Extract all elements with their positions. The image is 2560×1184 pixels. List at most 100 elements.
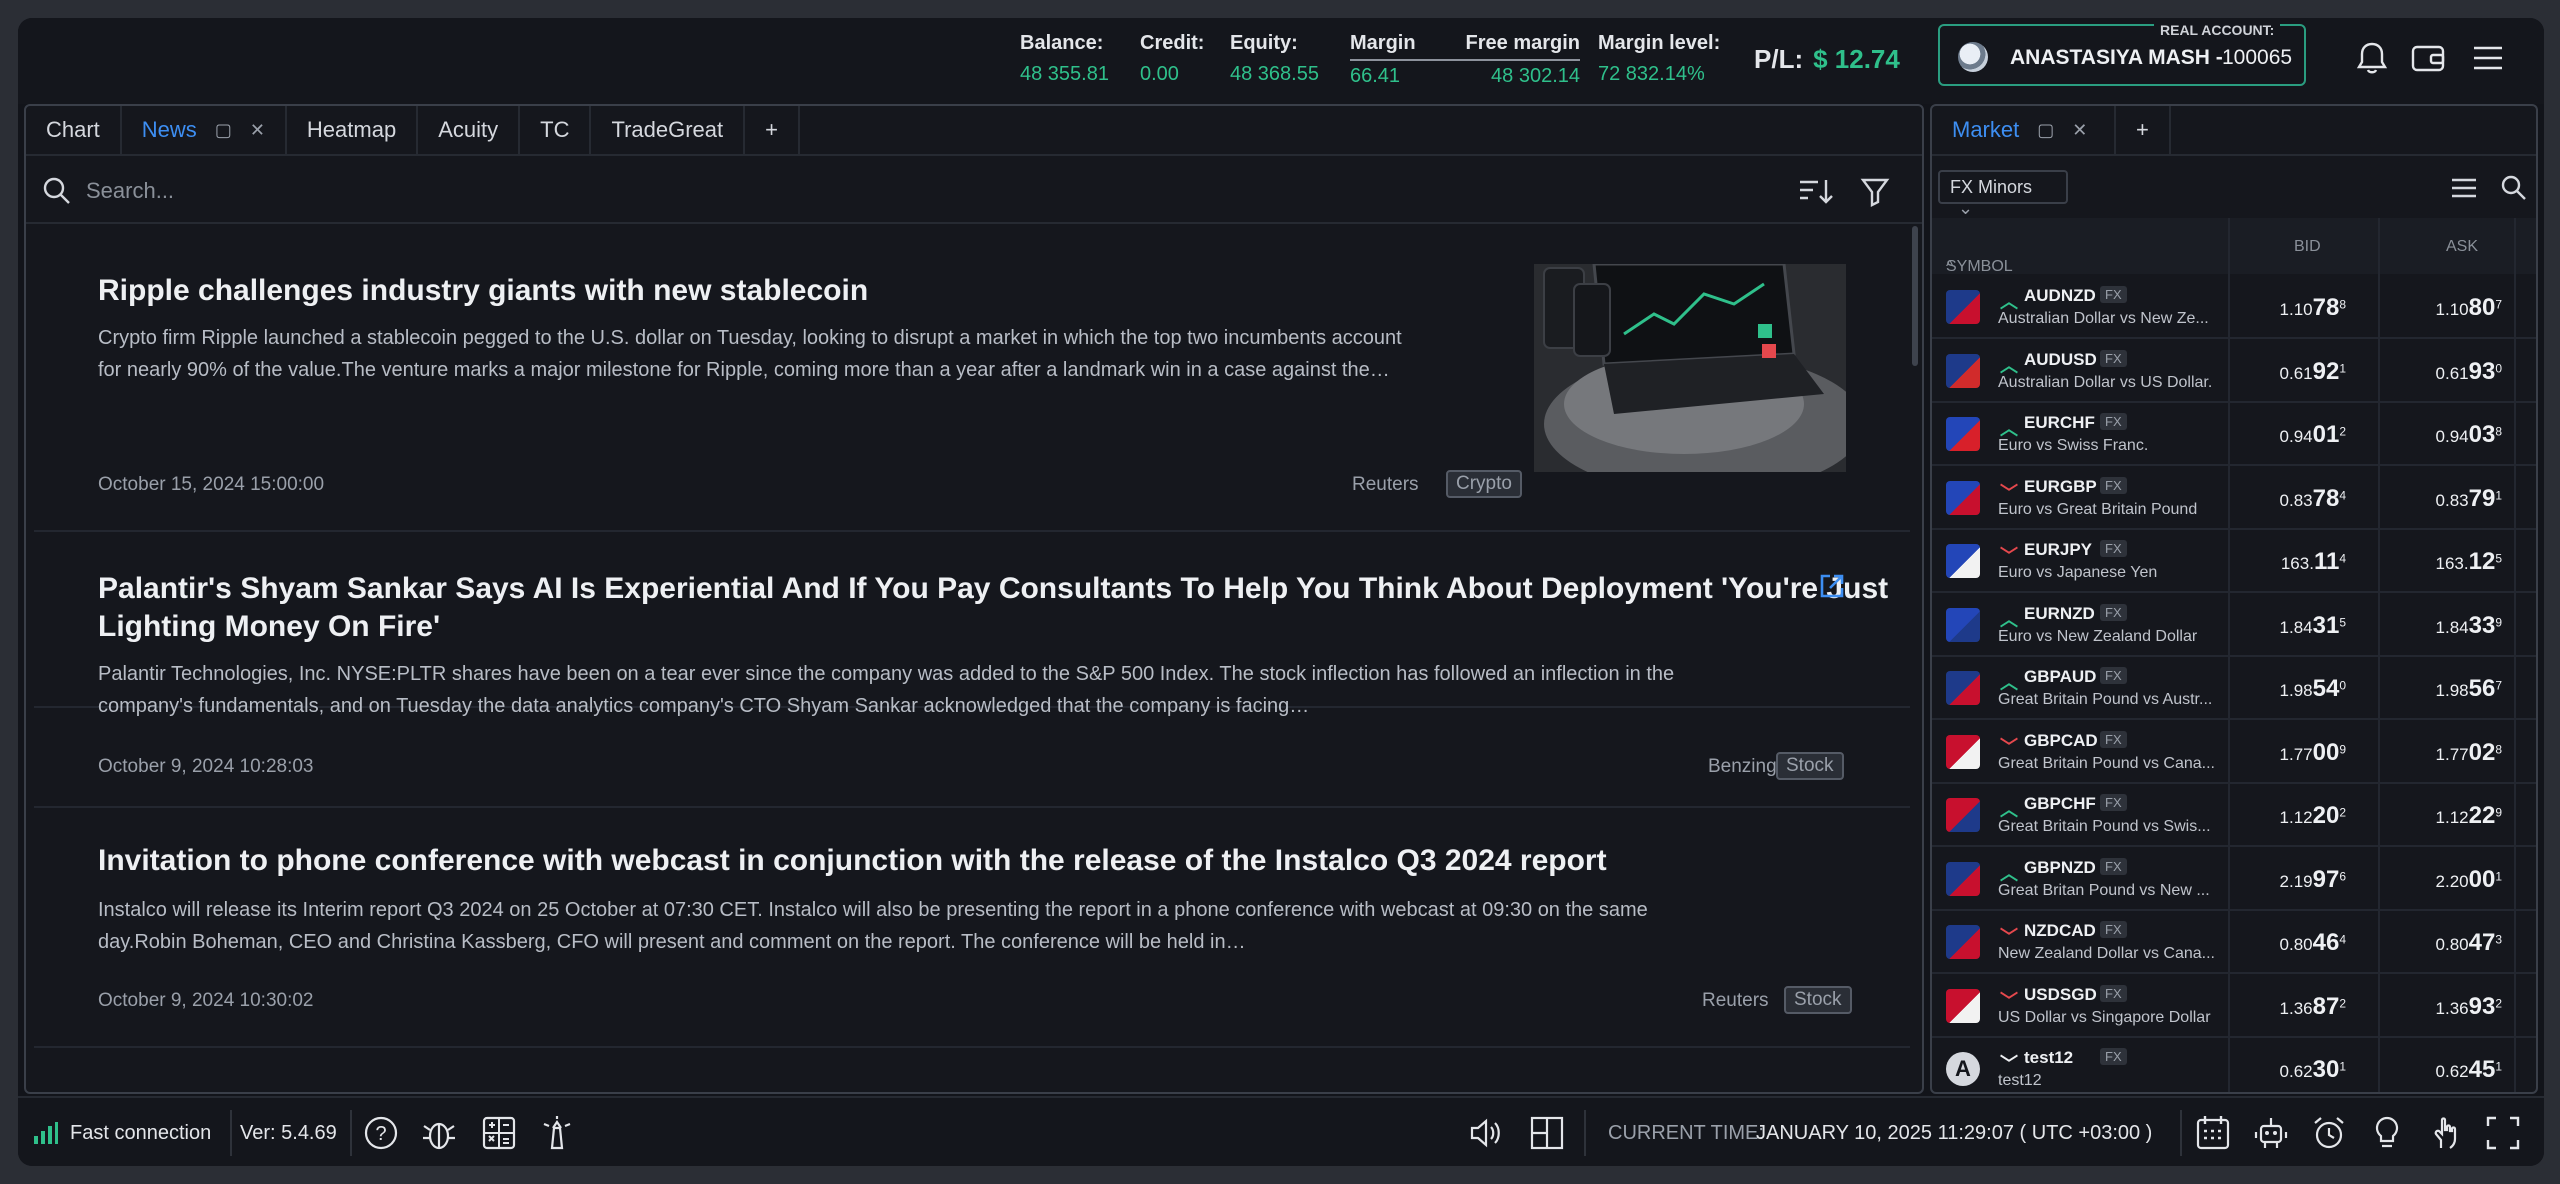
alarm-clock-icon[interactable]	[2310, 1114, 2348, 1152]
calculator-icon[interactable]	[480, 1114, 518, 1152]
market-row-audusd[interactable]: ︿ AUDUSD FX Australian Dollar vs US Dollar.…	[1932, 340, 2536, 403]
market-row-gbpnzd[interactable]: ︿ GBPNZD FX Great Britan Pound vs New ... 2.…	[1932, 848, 2536, 911]
calendar-icon[interactable]	[2194, 1114, 2232, 1152]
tab-market[interactable]: Market ▢ ✕	[1932, 106, 2116, 154]
news-title[interactable]: Ripple challenges industry giants with n…	[98, 272, 868, 310]
bid-price[interactable]: 163.114	[2281, 548, 2346, 576]
ask-price[interactable]: 2.20001	[2436, 866, 2502, 894]
bid-price[interactable]: 0.94012	[2280, 421, 2346, 449]
ask-price[interactable]: 0.80473	[2436, 929, 2502, 957]
ask-price[interactable]: 1.98567	[2436, 675, 2502, 703]
sort-icon[interactable]	[1798, 176, 1834, 208]
bid-price[interactable]: 1.77009	[2280, 739, 2346, 767]
bid-price[interactable]: 0.61921	[2280, 358, 2346, 386]
market-row-audnzd[interactable]: ︿ AUDNZD FX Australian Dollar vs New Ze... 1…	[1932, 276, 2536, 339]
filter-icon[interactable]	[1860, 176, 1890, 208]
lighthouse-icon[interactable]	[538, 1114, 576, 1152]
news-title[interactable]: Palantir's Shyam Sankar Says AI Is Exper…	[98, 570, 1888, 608]
news-item[interactable]: Palantir's Shyam Sankar Says AI Is Exper…	[34, 532, 1910, 717]
market-row-test12[interactable]: A ﹀ test12 FX test12 0.62301 0.62451	[1932, 1038, 2536, 1092]
news-category-tag[interactable]: Crypto	[1446, 470, 1522, 498]
market-row-usdsgd[interactable]: ﹀ USDSGD FX US Dollar vs Singapore Dollar 1.…	[1932, 975, 2536, 1038]
bid-price[interactable]: 0.80464	[2280, 929, 2346, 957]
instrument-symbol: EURNZD	[2024, 603, 2095, 623]
market-row-eurnzd[interactable]: ︿ EURNZD FX Euro vs New Zealand Dollar 1.843…	[1932, 594, 2536, 657]
ask-price[interactable]: 163.125	[2436, 548, 2502, 576]
fullscreen-icon[interactable]	[2484, 1114, 2522, 1152]
news-title[interactable]: Invitation to phone conference with webc…	[98, 842, 1607, 880]
news-item[interactable]: Ripple challenges industry giants with n…	[34, 236, 1910, 532]
bell-icon[interactable]	[2352, 38, 2392, 78]
market-row-eurjpy[interactable]: ﹀ EURJPY FX Euro vs Japanese Yen 163.114 163.…	[1932, 530, 2536, 593]
news-scrollbar[interactable]	[1912, 226, 1918, 366]
account-number: 100065	[2222, 46, 2293, 69]
bid-price[interactable]: 2.19976	[2280, 866, 2346, 894]
help-icon[interactable]: ?	[362, 1114, 400, 1152]
tab-heatmap[interactable]: Heatmap	[287, 106, 419, 154]
free-margin-value: 48 302.14	[1491, 65, 1580, 87]
add-tab-button[interactable]: +	[2116, 106, 2171, 154]
news-category-tag[interactable]: Stock	[1776, 752, 1844, 780]
detach-icon[interactable]: ▢	[2037, 120, 2054, 141]
bid-column-header[interactable]: BID	[2294, 238, 2321, 256]
bid-price[interactable]: 0.62301	[2280, 1056, 2346, 1084]
close-icon[interactable]: ✕	[2072, 120, 2087, 141]
sort-asc-icon: ^	[1946, 258, 1954, 275]
instrument-description: Euro vs Japanese Yen	[1998, 564, 2158, 581]
news-item[interactable]: Invitation to phone conference with webc…	[34, 808, 1910, 1014]
ask-price[interactable]: 1.12229	[2436, 802, 2502, 830]
instrument-symbol: GBPCHF	[2024, 794, 2096, 813]
add-tab-button[interactable]: +	[745, 106, 800, 154]
news-thumbnail-image[interactable]	[1534, 264, 1846, 472]
ask-price[interactable]: 1.36932	[2436, 993, 2502, 1021]
ask-price[interactable]: 0.83791	[2436, 485, 2502, 513]
bid-price[interactable]: 1.36872	[2280, 993, 2346, 1021]
tab-news[interactable]: News ▢ ✕	[122, 106, 287, 154]
sound-icon[interactable]	[1466, 1114, 1504, 1152]
ask-price[interactable]: 0.61930	[2436, 358, 2502, 386]
market-row-gbpcad[interactable]: ﹀ GBPCAD FX Great Britain Pound vs Cana... 1…	[1932, 721, 2536, 784]
market-row-eurgbp[interactable]: ﹀ EURGBP FX Euro vs Great Britain Pound 0.83…	[1932, 467, 2536, 530]
news-body-line: Palantir Technologies, Inc. NYSE:PLTR sh…	[98, 663, 1675, 685]
account-selector[interactable]: REAL ACCOUNT: ANASTASIYA MASH - 100065	[1938, 22, 2306, 86]
detach-icon[interactable]: ▢	[215, 120, 232, 141]
external-link-icon[interactable]	[1818, 572, 1846, 600]
tab-chart[interactable]: Chart	[26, 106, 122, 154]
robot-icon[interactable]	[2252, 1114, 2290, 1152]
bid-price[interactable]: 1.12202	[2280, 802, 2346, 830]
ask-price[interactable]: 0.94038	[2436, 421, 2502, 449]
list-view-icon[interactable]	[2450, 174, 2478, 202]
tab-tradegreat[interactable]: TradeGreat	[591, 106, 746, 154]
instrument-description: US Dollar vs Singapore Dollar	[1998, 1008, 2211, 1026]
menu-icon[interactable]	[2468, 38, 2508, 78]
ask-column-header[interactable]: ASK	[2446, 238, 2478, 256]
ask-price[interactable]: 0.62451	[2436, 1056, 2502, 1084]
instrument-symbol: EURJPY	[2024, 540, 2093, 559]
ask-price[interactable]: 1.77028	[2436, 739, 2502, 767]
bid-price[interactable]: 0.83784	[2280, 485, 2346, 513]
search-icon[interactable]	[2500, 174, 2528, 202]
news-category-tag[interactable]: Stock	[1784, 986, 1852, 1014]
layout-icon[interactable]	[1528, 1114, 1566, 1152]
bug-report-icon[interactable]	[420, 1114, 458, 1152]
close-icon[interactable]: ✕	[250, 120, 265, 141]
bid-price[interactable]: 1.84315	[2280, 612, 2346, 640]
ask-price[interactable]: 1.10807	[2436, 294, 2502, 322]
tab-tc[interactable]: TC	[520, 106, 592, 154]
news-title-continued[interactable]: Lighting Money On Fire'	[98, 608, 440, 646]
lightbulb-icon[interactable]	[2368, 1114, 2406, 1152]
touch-hand-icon[interactable]	[2426, 1114, 2464, 1152]
wallet-icon[interactable]	[2408, 38, 2448, 78]
market-row-eurchf[interactable]: ︿ EURCHF FX Euro vs Swiss Franc. 0.94012 0.94…	[1932, 403, 2536, 466]
market-row-gbpaud[interactable]: ︿ GBPAUD FX Great Britain Pound vs Austr...…	[1932, 657, 2536, 720]
bid-price[interactable]: 1.10788	[2280, 294, 2346, 322]
market-filter-select[interactable]: FX Minors ⌄	[1938, 170, 2068, 218]
news-search-input[interactable]	[86, 172, 1686, 210]
bid-price[interactable]: 1.98540	[2280, 675, 2346, 703]
tab-acuity[interactable]: Acuity	[418, 106, 521, 154]
instrument-avatar: A	[1946, 1052, 1980, 1086]
margin-value: 66.41	[1350, 65, 1401, 87]
ask-price[interactable]: 1.84339	[2436, 612, 2502, 640]
market-row-gbpchf[interactable]: ︿ GBPCHF FX Great Britain Pound vs Swis... 1…	[1932, 784, 2536, 847]
market-row-nzdcad[interactable]: ﹀ NZDCAD FX New Zealand Dollar vs Cana... 0.…	[1932, 911, 2536, 974]
